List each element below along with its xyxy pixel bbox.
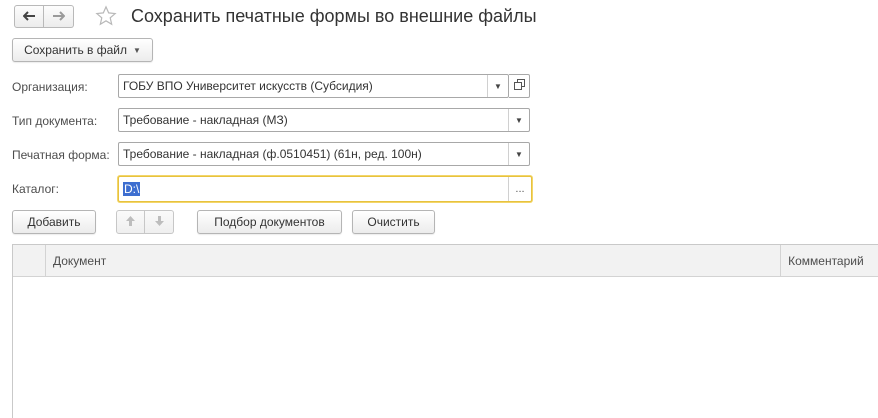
save-to-file-button[interactable]: Сохранить в файл ▼ [12,38,153,62]
forward-button[interactable] [44,5,74,28]
table-body [13,277,878,417]
arrow-up-icon [125,215,136,230]
arrow-left-icon [22,9,36,24]
dropdown-arrow-icon[interactable]: ▼ [508,143,529,165]
arrow-down-icon [154,215,165,230]
dropdown-arrow-icon[interactable]: ▼ [487,75,508,97]
add-button[interactable]: Добавить [12,210,96,234]
open-organization-button[interactable] [509,74,530,98]
doc-type-field[interactable]: Требование - накладная (МЗ) ▼ [118,108,530,132]
pick-documents-button[interactable]: Подбор документов [197,210,342,234]
organization-value: ГОБУ ВПО Университет искусств (Субсидия) [123,79,373,93]
documents-table[interactable]: Документ Комментарий [12,244,878,418]
catalog-value: D:\ [123,182,141,196]
column-header-marker[interactable] [13,245,46,276]
table-header: Документ Комментарий [13,245,878,277]
dropdown-arrow-icon[interactable]: ▼ [508,109,529,131]
save-to-file-label: Сохранить в файл [24,43,127,57]
catalog-label: Каталог: [12,182,59,196]
open-item-icon [513,79,525,93]
doc-type-value: Требование - накладная (МЗ) [123,113,288,127]
back-button[interactable] [14,5,44,28]
favorite-star-icon[interactable] [95,5,119,29]
catalog-input[interactable]: D:\ ... [118,176,532,202]
move-up-button[interactable] [116,210,145,234]
select-folder-button[interactable]: ... [508,177,531,201]
add-label: Добавить [27,215,81,229]
print-form-value: Требование - накладная (ф.0510451) (61н,… [123,147,422,161]
arrow-right-icon [52,9,66,24]
pick-documents-label: Подбор документов [214,215,325,229]
move-down-button[interactable] [145,210,174,234]
clear-label: Очистить [367,215,420,229]
column-header-document[interactable]: Документ [46,245,782,276]
chevron-down-icon: ▼ [133,45,141,55]
organization-field[interactable]: ГОБУ ВПО Университет искусств (Субсидия)… [118,74,509,98]
print-form-label: Печатная форма: [12,148,110,162]
doc-type-label: Тип документа: [12,114,98,128]
column-header-comment[interactable]: Комментарий [781,245,878,276]
print-form-field[interactable]: Требование - накладная (ф.0510451) (61н,… [118,142,530,166]
page-title: Сохранить печатные формы во внешние файл… [131,6,537,26]
clear-button[interactable]: Очистить [352,210,435,234]
organization-label: Организация: [12,80,88,94]
